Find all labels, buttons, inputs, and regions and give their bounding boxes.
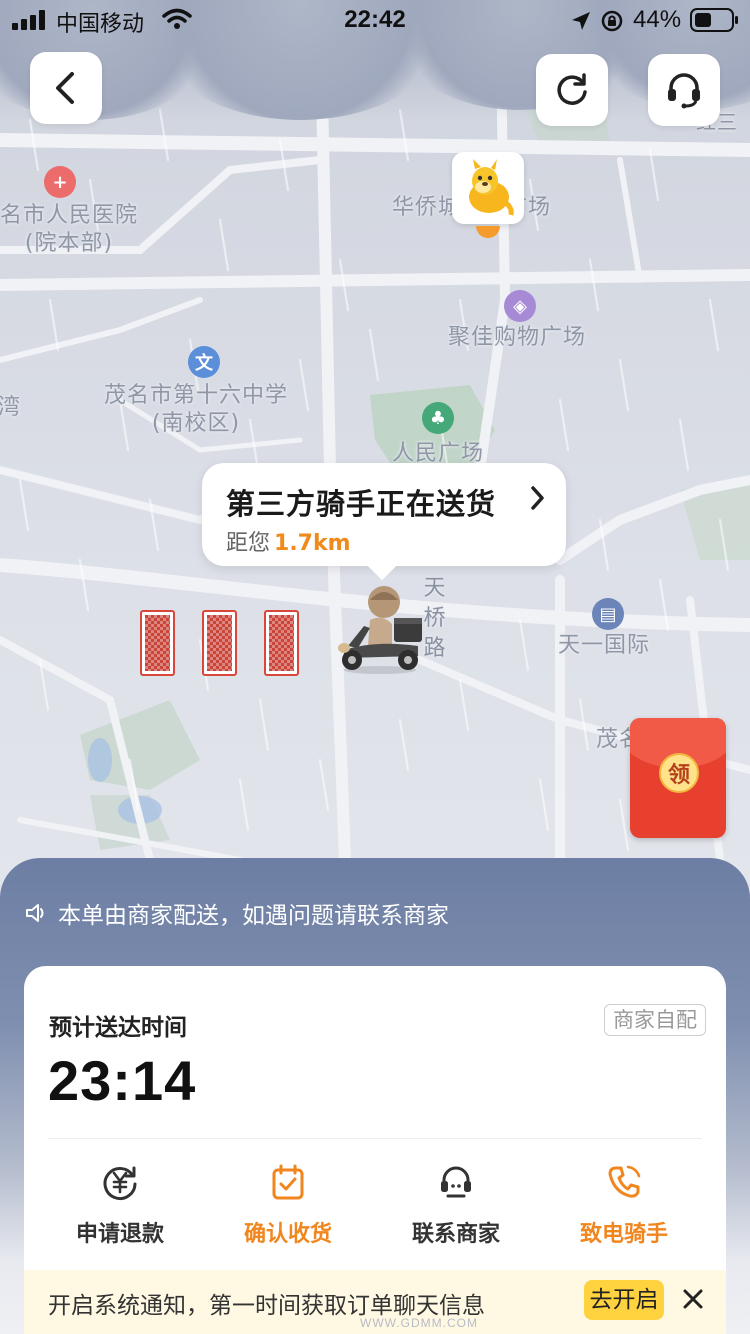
close-icon[interactable] (682, 1288, 704, 1310)
map-label-wan: 湾 (0, 395, 22, 420)
refresh-button[interactable] (536, 54, 608, 126)
decor-card (264, 610, 299, 676)
rider-distance: 距您 1.7km (226, 525, 351, 557)
building-poi-icon[interactable]: ▤ (592, 598, 624, 630)
map-label-jujia: 聚佳购物广场 (448, 325, 587, 350)
school-poi-icon[interactable]: 文 (188, 346, 220, 378)
apply-refund-label: 申请退款 (75, 1222, 164, 1247)
calendar-check-icon (272, 1164, 304, 1200)
call-rider-label: 致电骑手 (579, 1222, 668, 1247)
apply-refund-button[interactable]: 申请退款 (40, 1162, 200, 1247)
call-rider-button[interactable]: 致电骑手 (544, 1162, 704, 1247)
enable-notification-button[interactable]: 去开启 (584, 1280, 664, 1320)
eta-time: 23:14 (48, 1049, 197, 1112)
shopping-poi-icon[interactable]: ◈ (504, 290, 536, 322)
contact-merchant-label: 联系商家 (411, 1222, 500, 1247)
chevron-left-icon (56, 72, 74, 104)
refund-icon (103, 1166, 137, 1200)
decor-card (140, 610, 175, 676)
kangaroo-mascot-icon (469, 159, 514, 216)
merchant-service-icon (441, 1166, 471, 1198)
notification-prompt-text: 开启系统通知，第一时间获取订单聊天信息 (48, 1293, 485, 1319)
headset-icon (668, 73, 700, 109)
customer-service-button[interactable] (648, 54, 720, 126)
map-label-tianyi: 天一国际 (558, 633, 651, 658)
rotation-lock-icon (601, 10, 623, 32)
refresh-icon (557, 73, 587, 105)
envelope-seal-label: 领 (659, 753, 699, 793)
decor-card (202, 610, 237, 676)
distance-prefix: 距您 (226, 531, 271, 556)
map-label-hospital: 名市人民医院 (院本部) (0, 203, 139, 256)
confirm-receipt-button[interactable]: 确认收货 (208, 1162, 368, 1247)
location-arrow-icon (572, 12, 590, 30)
eta-label: 预计送达时间 (49, 1015, 187, 1041)
red-envelope-button[interactable]: 领 (630, 718, 726, 838)
hospital-poi-icon[interactable]: + (44, 166, 76, 198)
contact-merchant-button[interactable]: 联系商家 (376, 1162, 536, 1247)
order-bottom-sheet: 本单由商家配送，如遇问题请联系商家 预计送达时间 商家自配 23:14 申请退款 (0, 858, 750, 1334)
distance-value: 1.7km (274, 531, 351, 556)
back-button[interactable] (30, 52, 102, 124)
rider-status-bubble[interactable]: 第三方骑手正在送货 距您 1.7km (202, 463, 566, 581)
battery-percent: 44% (633, 6, 682, 33)
park-poi-icon[interactable]: ♣ (422, 402, 454, 434)
rider-scooter-icon (338, 586, 422, 674)
phone-icon (608, 1165, 641, 1198)
speaker-icon (26, 904, 44, 922)
divider (48, 1138, 702, 1139)
rider-status-title: 第三方骑手正在送货 (226, 487, 497, 521)
status-bar: 中国移动 22:42 44% (0, 0, 750, 40)
watermark: WWW.GDMM.COM (360, 1316, 478, 1330)
chevron-right-icon (531, 486, 544, 510)
merchant-location-marker[interactable] (452, 152, 524, 238)
notice-text: 本单由商家配送，如遇问题请联系商家 (58, 903, 449, 929)
merchant-delivery-notice: 本单由商家配送，如遇问题请联系商家 (24, 898, 449, 929)
confirm-receipt-label: 确认收货 (243, 1222, 332, 1247)
battery-icon (690, 8, 738, 32)
map-label-school: 茂名市第十六中学 (南校区) (104, 383, 289, 436)
delivery-type-badge: 商家自配 (604, 1004, 706, 1036)
